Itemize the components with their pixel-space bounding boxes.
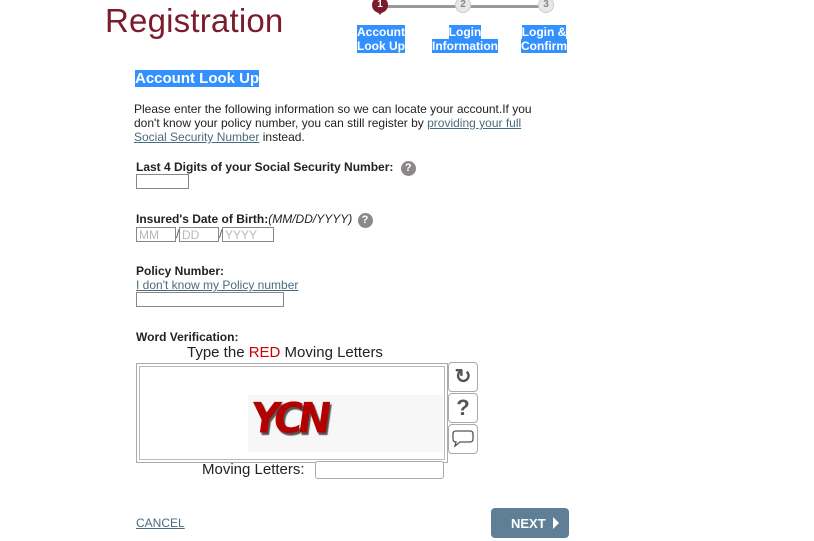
dob-month-input[interactable] <box>136 227 176 242</box>
captcha-label: Word Verification: <box>136 330 239 344</box>
step-connector <box>470 5 545 8</box>
step-3-indicator: 3 <box>538 0 554 13</box>
moving-letters-input[interactable] <box>315 461 444 479</box>
policy-label: Policy Number: <box>136 264 225 278</box>
step-2-indicator: 2 <box>455 0 471 13</box>
ssn-help-icon[interactable]: ? <box>400 161 416 176</box>
step-connector <box>385 5 463 8</box>
dob-day-input[interactable] <box>179 227 219 242</box>
captcha-frame: YCN <box>136 363 448 463</box>
dob-format-hint: (MM/DD/YYYY) <box>268 212 353 226</box>
next-button-label: NEXT <box>511 516 546 531</box>
captcha-refresh-button[interactable]: ↻ <box>448 362 478 392</box>
dob-label: Insured's Date of Birth:(MM/DD/YYYY) ? <box>136 212 373 228</box>
progress-steps: 1 2 3 Account Look Up Login Information … <box>355 0 585 55</box>
step-2-label: Login Information <box>432 25 498 53</box>
next-button[interactable]: NEXT <box>491 508 569 538</box>
speech-bubble-icon <box>452 430 474 448</box>
section-title: Account Look Up <box>135 70 260 87</box>
step-1-label: Account Look Up <box>357 25 405 53</box>
step-1-indicator: 1 <box>372 0 388 15</box>
ssn-input[interactable] <box>136 174 189 189</box>
captcha-audio-button[interactable] <box>448 424 478 454</box>
moving-letters-label: Moving Letters: <box>202 461 305 478</box>
captcha-image: YCN <box>248 395 443 452</box>
chevron-right-icon <box>553 517 559 529</box>
refresh-icon: ↻ <box>454 366 472 388</box>
dob-year-input[interactable] <box>222 227 274 242</box>
captcha-instruction: Type the RED Moving Letters <box>187 344 383 361</box>
captcha-image-text: YCN <box>247 394 330 444</box>
intro-text: Please enter the following information s… <box>134 102 532 144</box>
step-3-label: Login & Confirm <box>521 25 567 53</box>
cancel-link[interactable]: CANCEL <box>136 516 185 530</box>
policy-input[interactable] <box>136 292 284 307</box>
unknown-policy-link[interactable]: I don't know my Policy number <box>136 278 298 292</box>
captcha-help-button[interactable]: ? <box>448 393 478 423</box>
question-icon: ? <box>456 395 470 420</box>
dob-help-icon[interactable]: ? <box>357 213 373 228</box>
page-title: Registration <box>105 2 284 39</box>
